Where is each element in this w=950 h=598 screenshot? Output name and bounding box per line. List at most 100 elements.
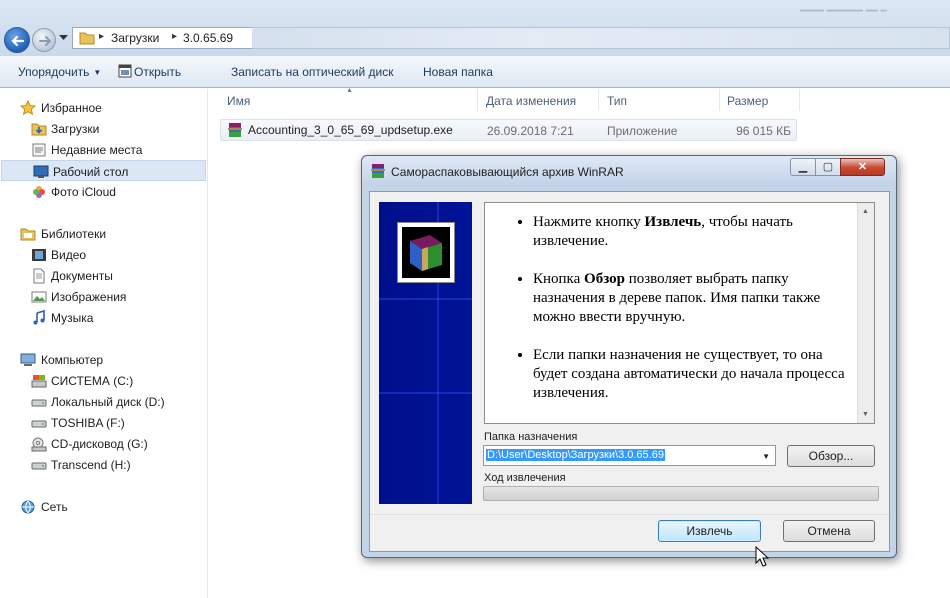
nav-network-label: Сеть [41, 500, 68, 514]
recent-pages-dropdown-icon[interactable] [59, 35, 68, 41]
breadcrumb-downloads[interactable]: Загрузки [111, 31, 159, 45]
winrar-app-icon [371, 164, 385, 178]
breadcrumb-separator-icon: ▸ [99, 31, 105, 42]
dialog-button-bar: Извлечь Отмена [370, 514, 889, 551]
nav-favorites[interactable]: Избранное [0, 97, 206, 118]
extract-button[interactable]: Извлечь [658, 520, 761, 542]
destination-label: Папка назначения [484, 431, 578, 443]
winrar-archive-icon [228, 123, 242, 137]
column-size[interactable]: Размер [727, 94, 768, 108]
scroll-up-icon[interactable]: ▲ [862, 208, 869, 215]
nav-network[interactable]: Сеть [0, 496, 206, 517]
winrar-books-icon [410, 235, 442, 271]
winrar-sfx-dialog: Самораспаковывающийся архив WinRAR ▁ ▢ ✕ [361, 155, 897, 558]
nav-pictures-label: Изображения [51, 290, 127, 304]
instruction-text: Если папки назначения не существует, то … [533, 347, 845, 401]
downloads-folder-icon [31, 123, 47, 136]
open-label: Открыть [134, 65, 182, 79]
nav-recent-places[interactable]: Недавние места [0, 139, 206, 160]
nav-music[interactable]: Музыка [0, 307, 206, 328]
organize-button[interactable]: Упорядочить ▼ [18, 65, 101, 79]
column-date[interactable]: Дата изменения [486, 94, 576, 108]
winrar-logo [397, 222, 455, 283]
breadcrumb-separator-icon: ▸ [172, 31, 178, 42]
nav-icloud-photos[interactable]: Фото iCloud [0, 181, 206, 202]
maximize-button[interactable]: ▢ [815, 158, 841, 176]
cd-drive-icon [31, 437, 47, 452]
progress-label: Ход извлечения [484, 472, 566, 484]
nav-desktop[interactable]: Рабочий стол [1, 160, 206, 181]
nav-drive-h-label: Transcend (H:) [51, 458, 131, 472]
destination-combobox[interactable]: D:\User\Desktop\Загрузки\3.0.65.69 ▼ [483, 445, 776, 466]
nav-drive-c-label: СИСТЕМА (C:) [51, 374, 134, 388]
column-divider[interactable] [477, 89, 478, 111]
file-row[interactable]: Accounting_3_0_65_69_updsetup.exe 26.09.… [220, 119, 797, 141]
nav-drive-c[interactable]: СИСТЕМА (C:) [0, 370, 206, 391]
column-type[interactable]: Тип [607, 94, 627, 108]
nav-libraries[interactable]: Библиотеки [0, 223, 206, 244]
music-library-icon [33, 310, 45, 325]
sort-ascending-icon: ▲ [346, 87, 353, 94]
folder-icon [79, 32, 95, 45]
video-library-icon [32, 249, 46, 261]
scroll-down-icon[interactable]: ▼ [862, 411, 869, 418]
close-button[interactable]: ✕ [840, 158, 885, 176]
nav-videos-label: Видео [51, 248, 87, 262]
nav-pictures[interactable]: Изображения [0, 286, 206, 307]
open-button[interactable]: Открыть [118, 64, 182, 79]
browse-button[interactable]: Обзор... [787, 445, 875, 467]
banner-stripe [379, 392, 472, 394]
nav-libraries-label: Библиотеки [41, 227, 107, 241]
nav-computer[interactable]: Компьютер [0, 349, 206, 370]
libraries-icon [20, 228, 36, 241]
blurred-background-region [252, 27, 950, 49]
nav-favorites-label: Избранное [41, 101, 102, 115]
arrow-right-icon [39, 36, 52, 46]
nav-downloads-label: Загрузки [51, 122, 100, 136]
dialog-title: Самораспаковывающийся архив WinRAR [391, 165, 624, 179]
back-button[interactable] [4, 27, 30, 53]
nav-drive-f-label: TOSHIBA (F:) [51, 416, 125, 430]
column-name[interactable]: Имя [227, 94, 250, 108]
column-divider[interactable] [719, 89, 720, 111]
system-drive-icon [31, 375, 47, 388]
new-folder-button[interactable]: Новая папка [423, 65, 493, 79]
nav-drive-g-label: CD-дисковод (G:) [51, 437, 148, 451]
breadcrumb[interactable]: ▸ Загрузки ▸ 3.0.65.69 [72, 27, 252, 49]
nav-drive-f[interactable]: TOSHIBA (F:) [0, 412, 206, 433]
nav-drive-d[interactable]: Локальный диск (D:) [0, 391, 206, 412]
nav-computer-label: Компьютер [41, 353, 104, 367]
cancel-button[interactable]: Отмена [783, 520, 875, 542]
destination-path-text[interactable]: D:\User\Desktop\Загрузки\3.0.65.69 [486, 449, 665, 461]
nav-documents[interactable]: Документы [0, 265, 206, 286]
computer-icon [20, 353, 36, 366]
star-icon [20, 100, 36, 116]
usb-drive-icon [31, 462, 47, 470]
column-divider[interactable] [598, 89, 599, 111]
forward-button[interactable] [32, 28, 56, 52]
banner-stripe [379, 298, 472, 300]
nav-icloud-photos-label: Фото iCloud [51, 185, 116, 199]
column-divider[interactable] [799, 89, 800, 111]
command-bar: Упорядочить ▼ Открыть Записать на оптичес… [0, 56, 950, 88]
instructions-scrollbar[interactable]: ▲ ▼ [857, 203, 874, 423]
nav-recent-places-label: Недавние места [51, 143, 143, 157]
removable-drive-icon [31, 420, 47, 428]
chevron-down-icon[interactable]: ▼ [762, 452, 770, 461]
nav-drive-g[interactable]: CD-дисковод (G:) [0, 433, 206, 454]
instructions-box: Нажмите кнопку Извлечь, чтобы начать изв… [484, 202, 875, 424]
instruction-bold: Обзор [584, 271, 625, 287]
nav-drive-h[interactable]: Transcend (H:) [0, 454, 206, 475]
nav-downloads[interactable]: Загрузки [0, 118, 206, 139]
close-icon: ✕ [857, 161, 868, 173]
burn-disc-button[interactable]: Записать на оптический диск [231, 65, 394, 79]
network-icon [21, 500, 35, 514]
minimize-button[interactable]: ▁ [790, 158, 816, 176]
dialog-titlebar[interactable]: Самораспаковывающийся архив WinRAR ▁ ▢ ✕ [362, 156, 896, 184]
dialog-body: Нажмите кнопку Извлечь, чтобы начать изв… [369, 191, 890, 552]
hard-drive-icon [31, 399, 47, 407]
minimize-icon: ▁ [798, 161, 808, 173]
instruction-bold: Извлечь [644, 214, 702, 230]
breadcrumb-current-folder[interactable]: 3.0.65.69 [183, 31, 233, 45]
nav-videos[interactable]: Видео [0, 244, 206, 265]
